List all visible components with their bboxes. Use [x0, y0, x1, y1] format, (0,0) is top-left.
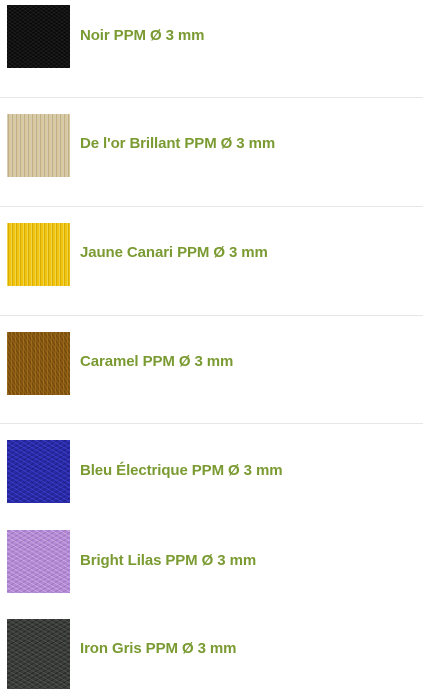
- product-item-iron-gris[interactable]: Iron Gris PPM Ø 3 mm: [0, 606, 423, 700]
- lilac-cord-swatch[interactable]: [7, 530, 70, 593]
- product-item-bright-lilas[interactable]: Bright Lilas PPM Ø 3 mm: [0, 515, 423, 605]
- product-title[interactable]: De l'or Brillant PPM Ø 3 mm: [80, 135, 275, 153]
- yellow-cord-swatch[interactable]: [7, 223, 70, 286]
- product-item-noir[interactable]: Noir PPM Ø 3 mm: [0, 0, 423, 97]
- iron-gray-cord-swatch[interactable]: [7, 619, 70, 689]
- product-list: Noir PPM Ø 3 mm De l'or Brillant PPM Ø 3…: [0, 0, 423, 700]
- caramel-cord-swatch[interactable]: [7, 332, 70, 395]
- product-item-bleu-electrique[interactable]: Bleu Électrique PPM Ø 3 mm: [0, 424, 423, 514]
- blue-cord-swatch[interactable]: [7, 440, 70, 503]
- gold-cord-swatch[interactable]: [7, 114, 70, 177]
- product-title[interactable]: Jaune Canari PPM Ø 3 mm: [80, 244, 268, 262]
- black-cord-swatch[interactable]: [7, 5, 70, 68]
- product-item-caramel[interactable]: Caramel PPM Ø 3 mm: [0, 316, 423, 423]
- product-title[interactable]: Iron Gris PPM Ø 3 mm: [80, 640, 236, 658]
- product-title[interactable]: Noir PPM Ø 3 mm: [80, 27, 204, 45]
- product-title[interactable]: Bright Lilas PPM Ø 3 mm: [80, 552, 256, 570]
- product-item-or-brillant[interactable]: De l'or Brillant PPM Ø 3 mm: [0, 98, 423, 206]
- product-title[interactable]: Caramel PPM Ø 3 mm: [80, 353, 233, 371]
- product-title[interactable]: Bleu Électrique PPM Ø 3 mm: [80, 462, 283, 480]
- product-item-jaune-canari[interactable]: Jaune Canari PPM Ø 3 mm: [0, 207, 423, 315]
